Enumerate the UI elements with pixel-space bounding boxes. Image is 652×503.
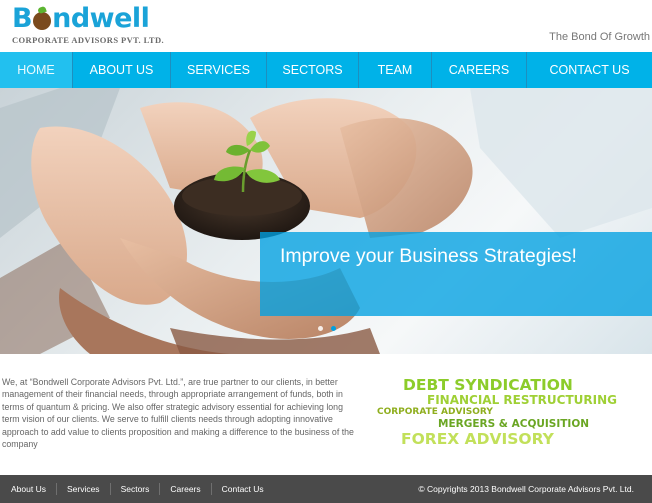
service-forex-advisory[interactable]: FOREX ADVISORY [401, 430, 554, 448]
bondwell-logo[interactable]: B ndwell CORPORATE ADVISORS PVT. LTD. [12, 4, 165, 46]
logo-subtitle: CORPORATE ADVISORS PVT. LTD. [12, 35, 165, 45]
footer-link-sectors[interactable]: Sectors [111, 483, 161, 495]
footer-link-contact-us[interactable]: Contact Us [212, 483, 274, 495]
footer-link-about-us[interactable]: About Us [0, 483, 57, 495]
service-financial-restructuring[interactable]: FINANCIAL RESTRUCTURING [427, 393, 617, 407]
services-cloud: DEBT SYNDICATION FINANCIAL RESTRUCTURING… [375, 376, 652, 450]
nav-home[interactable]: HOME [0, 52, 73, 88]
nav-services[interactable]: SERVICES [171, 52, 267, 88]
nav-about-us[interactable]: ABOUT US [73, 52, 171, 88]
footer-link-careers[interactable]: Careers [160, 483, 212, 495]
footer-nav: About Us Services Sectors Careers Contac… [0, 483, 274, 495]
logo-letters-rest: ndwell [52, 3, 150, 34]
hero-banner: Improve your Business Strategies! [260, 232, 652, 316]
service-corporate-advisory[interactable]: CORPORATE ADVISORY [377, 407, 493, 417]
nav-contact-us[interactable]: CONTACT US [527, 52, 652, 88]
copyright-text: © Copyrights 2013 Bondwell Corporate Adv… [418, 484, 634, 494]
seedling-icon [33, 12, 52, 30]
site-header: B ndwell CORPORATE ADVISORS PVT. LTD. Th… [0, 0, 652, 52]
footer-link-services[interactable]: Services [57, 483, 111, 495]
slider-dot-2[interactable] [331, 326, 336, 331]
nav-team[interactable]: TEAM [359, 52, 432, 88]
service-debt-syndication[interactable]: DEBT SYNDICATION [403, 376, 573, 394]
slider-pagination [318, 326, 336, 331]
service-mergers-acquisition[interactable]: MERGERS & ACQUISITION [438, 418, 589, 430]
hero-slider: Improve your Business Strategies! [0, 88, 652, 354]
nav-sectors[interactable]: SECTORS [267, 52, 359, 88]
logo-letter-b: B [12, 3, 33, 34]
tagline: The Bond Of Growth [549, 31, 650, 43]
nav-careers[interactable]: CAREERS [432, 52, 527, 88]
main-nav: HOME ABOUT US SERVICES SECTORS TEAM CARE… [0, 52, 652, 88]
slider-dot-1[interactable] [318, 326, 323, 331]
hero-headline: Improve your Business Strategies! [280, 245, 577, 267]
logo-wordmark: B ndwell [12, 4, 164, 34]
site-footer: About Us Services Sectors Careers Contac… [0, 475, 652, 503]
intro-paragraph: We, at “Bondwell Corporate Advisors Pvt.… [2, 377, 354, 450]
